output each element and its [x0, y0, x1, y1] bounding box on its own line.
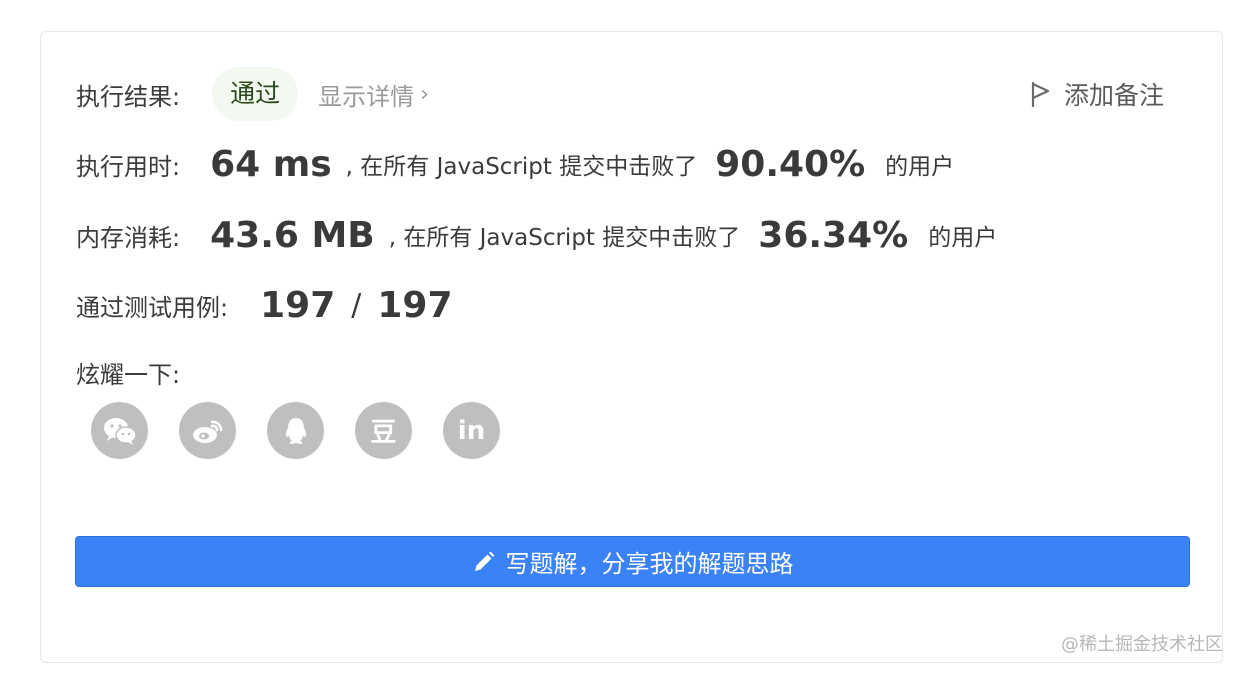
- memory-value: 43.6 MB: [210, 214, 375, 256]
- memory-row: 内存消耗: 43.6 MB , 在所有 JavaScript 提交中击败了 36…: [76, 213, 997, 257]
- tests-separator: /: [351, 287, 362, 323]
- share-label: 炫耀一下:: [76, 360, 181, 389]
- memory-label: 内存消耗:: [76, 223, 181, 252]
- memory-suffix: 的用户: [928, 225, 998, 251]
- wechat-icon[interactable]: [91, 402, 148, 459]
- flag-icon: [1031, 81, 1050, 107]
- add-note-label: 添加备注: [1063, 81, 1164, 110]
- add-note-button[interactable]: 添加备注: [1030, 76, 1164, 112]
- runtime-row: 执行用时: 64 ms , 在所有 JavaScript 提交中击败了 90.4…: [76, 142, 954, 186]
- status-badge: 通过: [212, 67, 299, 121]
- watermark: @稀土掘金技术社区: [1061, 634, 1223, 655]
- write-solution-button[interactable]: 写题解，分享我的解题思路: [75, 536, 1190, 587]
- share-icons: 豆 in: [91, 402, 500, 459]
- show-details-link[interactable]: 显示详情 ›: [318, 77, 429, 112]
- runtime-percent: 90.40%: [715, 143, 866, 185]
- linkedin-glyph: in: [457, 415, 486, 446]
- memory-percent: 36.34%: [758, 214, 909, 256]
- qq-glyph: [285, 417, 306, 444]
- runtime-suffix: 的用户: [885, 154, 955, 180]
- chevron-right-icon: ›: [420, 81, 429, 107]
- result-row: 执行结果: 通过 显示详情 ›: [76, 66, 429, 122]
- qq-icon[interactable]: [267, 402, 324, 459]
- douban-icon[interactable]: 豆: [355, 402, 412, 459]
- submission-result-card: 执行结果: 通过 显示详情 › 添加备注 执行用时: 64 ms , 在所有 J…: [40, 31, 1223, 663]
- wechat-glyph: [103, 417, 137, 445]
- result-label: 执行结果:: [76, 82, 181, 111]
- tests-row: 通过测试用例: 197 / 197: [76, 283, 453, 327]
- show-details-label: 显示详情: [318, 82, 415, 111]
- memory-beat-text: , 在所有 JavaScript 提交中击败了: [388, 225, 741, 251]
- write-solution-label: 写题解，分享我的解题思路: [505, 550, 794, 578]
- linkedin-icon[interactable]: in: [443, 402, 500, 459]
- pencil-icon: [474, 551, 494, 571]
- runtime-label: 执行用时:: [76, 152, 181, 181]
- tests-passed: 197: [260, 284, 336, 326]
- share-row: 炫耀一下:: [76, 354, 180, 390]
- tests-total: 197: [377, 284, 453, 326]
- runtime-beat-text: , 在所有 JavaScript 提交中击败了: [345, 154, 698, 180]
- runtime-value: 64 ms: [210, 143, 332, 185]
- weibo-glyph: [192, 420, 222, 443]
- douban-glyph: 豆: [370, 418, 397, 448]
- tests-label: 通过测试用例:: [76, 293, 229, 322]
- weibo-icon[interactable]: [179, 402, 236, 459]
